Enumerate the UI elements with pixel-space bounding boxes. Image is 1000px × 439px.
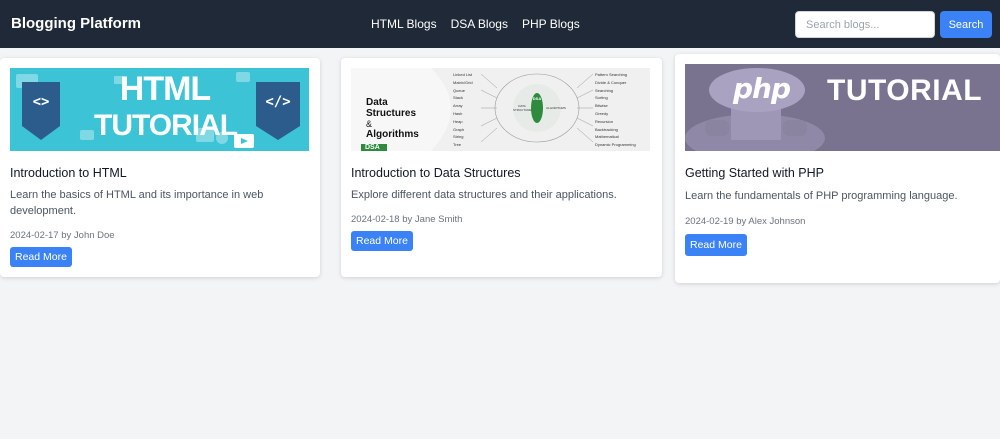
dsa-hub-center: DSA (532, 96, 542, 101)
dsa-right-item: Mathematical (595, 134, 619, 140)
card-description: Learn the basics of HTML and its importa… (10, 189, 264, 217)
php-logo: php (733, 72, 791, 105)
dsa-hub-left: DATA STRUCTURE (513, 104, 532, 112)
dsa-left-item: Matrix/Grid (453, 79, 473, 85)
html-badge-left: <> (32, 94, 50, 110)
dsa-left-item: String (453, 134, 464, 140)
card-meta: 2024-02-17 by John Doe (10, 230, 115, 241)
dsa-hub-right: ALGORITHMS (546, 106, 566, 110)
dsa-left-item: Stack (453, 95, 464, 101)
dsa-title-line2: Structures (366, 108, 417, 119)
dsa-right-item: Backtracking (595, 126, 618, 132)
read-more-button[interactable]: Read More (351, 231, 413, 251)
dsa-tag: DSA (365, 144, 380, 151)
dsa-left-item: Graph (453, 126, 465, 132)
dsa-right-item: Pattern Searching (595, 72, 628, 77)
dsa-left-item: Array (453, 103, 463, 109)
php-banner-title: TUTORIAL (827, 74, 983, 107)
card-description: Explore different data structures and th… (351, 189, 617, 201)
html-badge-right: </> (265, 94, 291, 110)
dsa-right-item: Sorting (595, 95, 608, 101)
card-title[interactable]: Introduction to Data Structures (351, 166, 521, 180)
top-navbar: Blogging Platform HTML Blogs DSA Blogs P… (0, 0, 1000, 48)
card-description: Learn the fundamentals of PHP programmin… (685, 190, 958, 202)
dsa-left-item: Heap (453, 118, 463, 124)
search-input[interactable] (795, 11, 935, 38)
blog-card-php: php TUTORIAL Getting Started with PHP Le… (675, 54, 1000, 283)
html-banner-title: HTML (119, 70, 211, 108)
dsa-left-item: Linked List (453, 72, 473, 77)
dsa-right-item: Greedy (595, 110, 609, 116)
dsa-title-line1: Data (366, 97, 388, 108)
search-button[interactable]: Search (940, 11, 992, 38)
dsa-right-item: Bitwise (595, 103, 608, 109)
dsa-title-line4: Algorithms (366, 129, 419, 140)
dsa-right-item: Recursion (595, 118, 614, 124)
dsa-right-item: Dynamic Programming (595, 142, 636, 148)
card-title[interactable]: Introduction to HTML (10, 166, 127, 180)
brand-title[interactable]: Blogging Platform (11, 15, 141, 32)
dsa-left-items: Linked List Matrix/Grid Queue Stack Arra… (453, 71, 483, 149)
nav-link-dsa-blogs[interactable]: DSA Blogs (451, 17, 508, 31)
read-more-button[interactable]: Read More (10, 247, 72, 267)
nav-links: HTML Blogs DSA Blogs PHP Blogs (371, 17, 580, 31)
nav-link-html-blogs[interactable]: HTML Blogs (371, 17, 437, 31)
blog-card-html: <> </> HTML TUTORIAL Introduction to HTM… (0, 58, 320, 277)
html-banner-subtitle: TUTORIAL (94, 109, 238, 142)
dsa-right-item: Searching (595, 87, 614, 93)
card-meta: 2024-02-18 by Jane Smith (351, 214, 463, 225)
card-meta: 2024-02-19 by Alex Johnson (685, 216, 806, 227)
dsa-left-item: Hash (453, 110, 463, 116)
card-image-dsa: Data Structures & Algorithms DSA DATA ST… (351, 68, 650, 151)
dsa-right-item: Divide & Conquer (595, 79, 627, 85)
card-image-php: php TUTORIAL (685, 64, 1000, 151)
read-more-button[interactable]: Read More (685, 234, 747, 256)
dsa-left-item: Tree (453, 142, 462, 148)
dsa-left-item: Queue (453, 87, 466, 93)
nav-link-php-blogs[interactable]: PHP Blogs (522, 17, 580, 31)
card-title[interactable]: Getting Started with PHP (685, 166, 824, 180)
card-image-html: <> </> HTML TUTORIAL (10, 68, 309, 151)
blog-card-dsa: Data Structures & Algorithms DSA DATA ST… (341, 58, 662, 277)
dsa-right-items: Pattern Searching Divide & Conquer Searc… (595, 71, 649, 149)
dsa-title-line3: & (366, 119, 373, 129)
